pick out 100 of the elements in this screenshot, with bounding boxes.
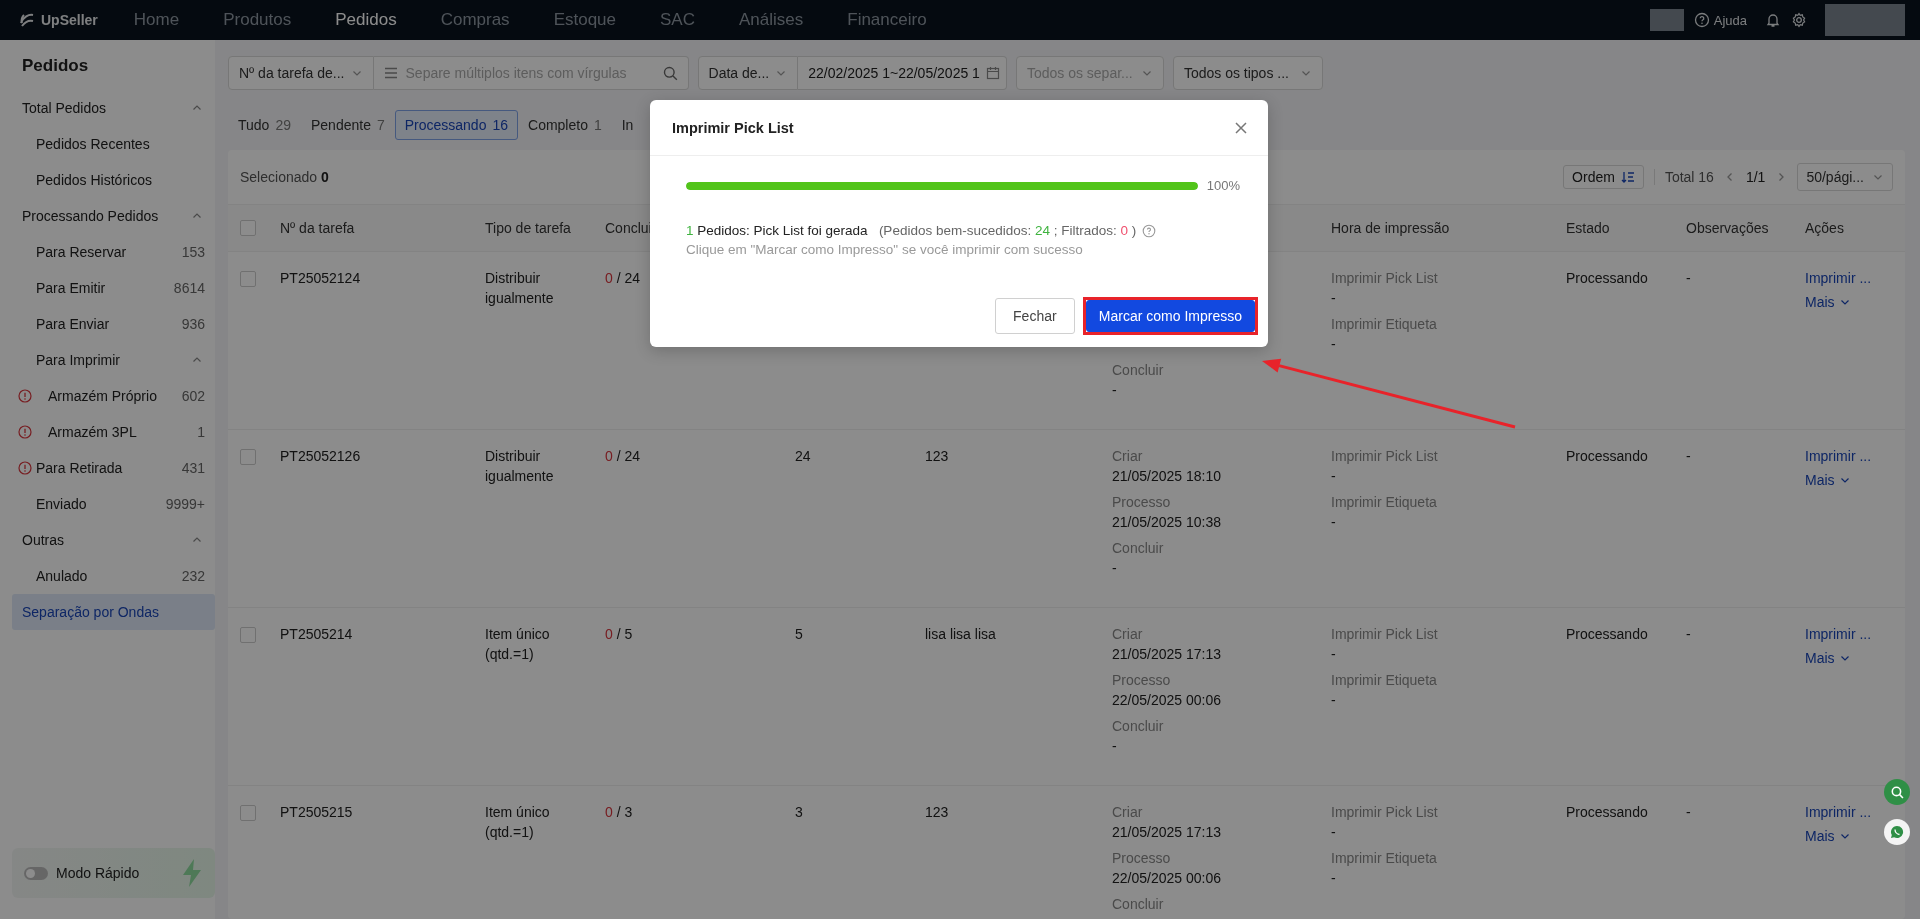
tab[interactable]: Pendente 7 (300, 110, 395, 140)
close-button[interactable]: Fechar (994, 298, 1075, 334)
progress-count: 0 / 24 (605, 270, 641, 286)
checkbox[interactable] (240, 449, 256, 465)
sidebar-label: Armazém Próprio (48, 388, 157, 404)
status-text: Processando (1566, 448, 1648, 464)
time-label: Concluir (1112, 361, 1165, 380)
print-link[interactable]: Imprimir ... (1805, 802, 1905, 822)
close-icon[interactable] (1234, 120, 1248, 135)
sidebar-item[interactable]: Para Reservar 153 (0, 234, 215, 270)
lightning-icon (181, 858, 203, 888)
column-header: Ações (1805, 220, 1844, 236)
time-value: 22/05/2025 00:06 (1112, 869, 1222, 888)
time-value: 22/05/2025 00:06 (1112, 691, 1222, 710)
search-icon (662, 65, 678, 81)
sidebar-item[interactable]: Para Emitir 8614 (0, 270, 215, 306)
search-button[interactable] (1884, 779, 1910, 805)
print-value: - (1331, 467, 1337, 486)
sidebar-item[interactable]: Para Retirada 431 (0, 450, 215, 486)
print-link[interactable]: Imprimir ... (1805, 624, 1905, 644)
time-label: Criar (1112, 625, 1144, 644)
notes-text: - (1686, 448, 1691, 464)
sidebar-item[interactable]: Enviado 9999+ (0, 486, 215, 522)
column-header: Nº da tarefa (280, 220, 355, 236)
date-range-field[interactable]: 22/02/2025 1~22/05/2025 1 (798, 56, 1007, 90)
print-label: Imprimir Pick List (1331, 269, 1439, 288)
dropdown[interactable]: Data de... (697, 56, 799, 90)
notes-text: - (1686, 804, 1691, 820)
sidebar-item[interactable]: Total Pedidos (0, 90, 215, 126)
progress-count: 0 / 5 (605, 626, 633, 642)
help-icon[interactable] (1142, 223, 1157, 238)
progress-percent: 100% (1206, 178, 1240, 193)
tab[interactable]: Completo 1 (518, 110, 612, 140)
notes-text: - (1686, 270, 1691, 286)
dropdown[interactable]: Todos os tipos ... (1172, 56, 1323, 90)
count-text: 1 (197, 424, 205, 440)
search-icon (1890, 785, 1904, 799)
tab[interactable]: Processando 16 (394, 110, 518, 140)
more-menu[interactable]: Mais (1805, 648, 1905, 668)
time-label: Concluir (1112, 717, 1165, 736)
logo-icon (18, 11, 36, 29)
time-label: Criar (1112, 803, 1144, 822)
task-type: Distribuir igualmente (485, 270, 554, 306)
sidebar-item[interactable]: Processando Pedidos (0, 198, 215, 234)
task-id: PT2505215 (280, 804, 353, 820)
print-label: Imprimir Pick List (1331, 803, 1439, 822)
sidebar-item[interactable]: Pedidos Históricos (0, 162, 215, 198)
checkbox[interactable] (240, 220, 256, 236)
print-link[interactable]: Imprimir ... (1805, 268, 1905, 288)
sidebar-label: Outras (22, 532, 64, 548)
page-indicator: 1/1 (1745, 169, 1766, 185)
nav-item[interactable]: Análises (739, 10, 804, 30)
status-text: Processando (1566, 626, 1648, 642)
sidebar-item[interactable]: Armazém 3PL 1 (0, 414, 215, 450)
checkbox[interactable] (240, 271, 256, 287)
order-button[interactable]: Ordem (1563, 165, 1644, 189)
quantity-text: 5 (795, 626, 803, 642)
time-value: 21/05/2025 10:38 (1112, 513, 1222, 532)
time-label: Concluir (1112, 895, 1165, 914)
calendar-icon (985, 66, 1000, 80)
count-text: 8614 (173, 280, 205, 296)
page-size-dropdown[interactable]: 50/pági... (1797, 163, 1893, 191)
dropdown[interactable]: Nº da tarefa de... (228, 56, 374, 90)
sidebar-item[interactable]: Para Imprimir (0, 342, 215, 378)
time-label: Processo (1112, 671, 1172, 690)
count-text: 431 (181, 460, 205, 476)
tab[interactable]: Tudo 29 (228, 110, 301, 140)
tab[interactable]: In (611, 110, 644, 140)
blurred-block (1649, 9, 1684, 31)
sidebar-item[interactable]: Anulado 232 (0, 558, 215, 594)
sidebar-item[interactable]: Separação por Ondas (12, 594, 215, 630)
time-label: Criar (1112, 447, 1144, 466)
sidebar-label: Para Imprimir (36, 352, 120, 368)
print-value: - (1331, 691, 1337, 710)
chat-button[interactable] (1884, 819, 1910, 845)
print-link[interactable]: Imprimir ... (1805, 446, 1905, 466)
toggle-switch[interactable] (24, 866, 48, 880)
sidebar-item[interactable]: Armazém Próprio 602 (0, 378, 215, 414)
sidebar-item[interactable]: Para Enviar 936 (0, 306, 215, 342)
help-link[interactable]: Ajuda (1713, 12, 1747, 28)
time-value: 21/05/2025 17:13 (1112, 645, 1222, 664)
print-value: - (1331, 645, 1337, 664)
status-text: Processando (1566, 804, 1648, 820)
checkbox[interactable] (240, 805, 256, 821)
status-text: Processando (1566, 270, 1648, 286)
sort-icon (1620, 170, 1635, 184)
more-menu[interactable]: Mais (1805, 292, 1905, 312)
total-text: Total 16 (1664, 169, 1714, 185)
settings-icon[interactable] (1791, 12, 1807, 28)
more-menu[interactable]: Mais (1805, 470, 1905, 490)
sidebar-title: Pedidos (22, 56, 90, 76)
checkbox[interactable] (240, 627, 256, 643)
sidebar-item[interactable]: Outras (0, 522, 215, 558)
bell-icon[interactable] (1765, 12, 1781, 28)
confirm-button[interactable]: Marcar como Impresso (1085, 300, 1255, 332)
sidebar-item[interactable]: Pedidos Recentes (0, 126, 215, 162)
nav-item[interactable]: Pedidos (335, 10, 397, 30)
hint-text: Clique em "Marcar como Impresso" se você imprimir com sucesso (686, 242, 1084, 257)
progress-count: 0 / 3 (605, 804, 633, 820)
selection-count: Selecionado 0 (240, 169, 329, 185)
